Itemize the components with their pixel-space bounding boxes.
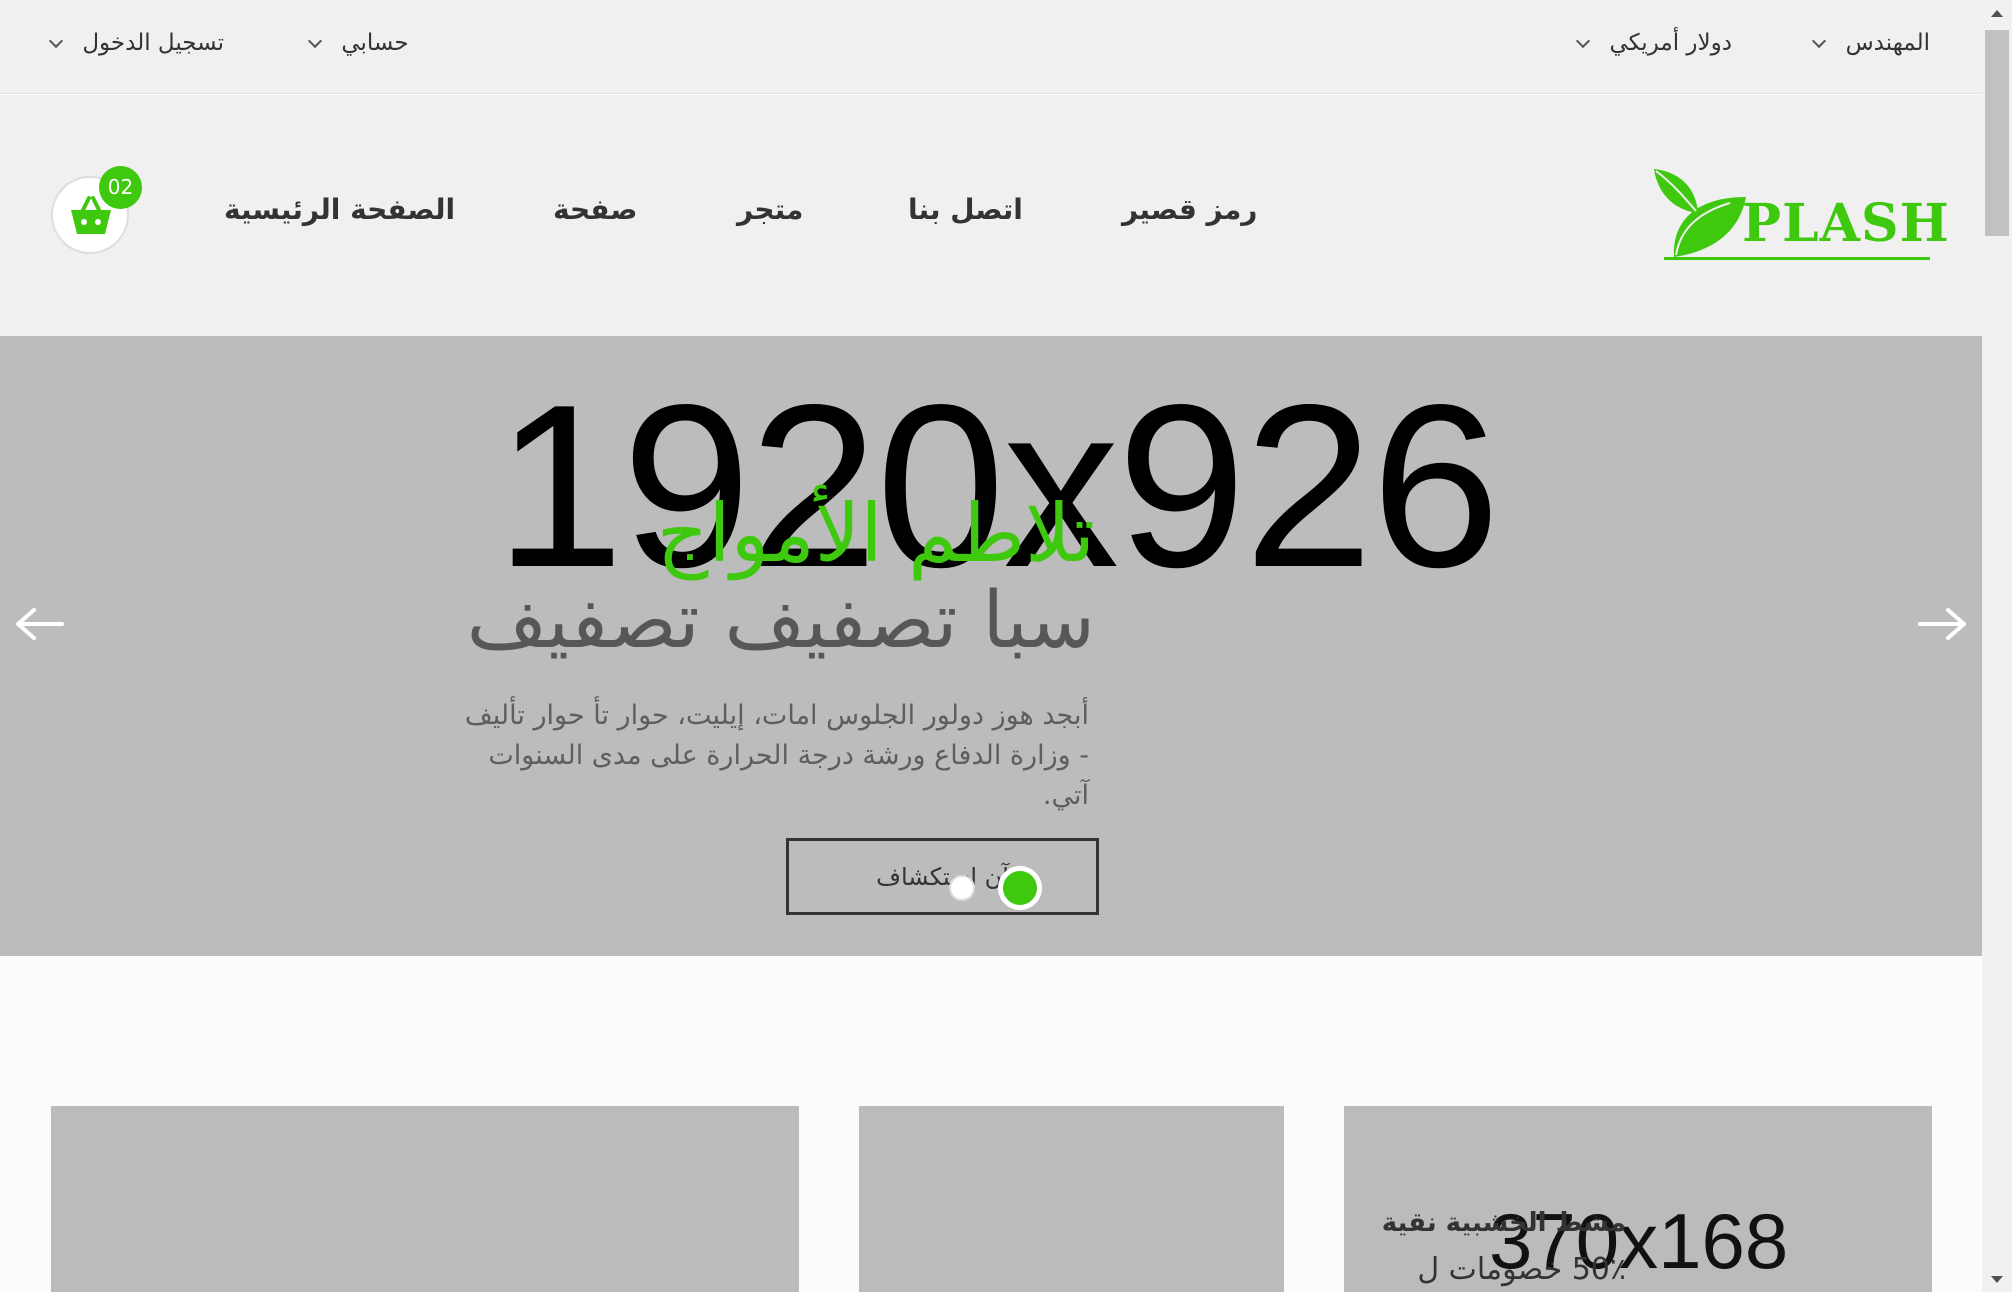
cart-count-badge: 02 <box>99 166 142 209</box>
hero-slider: 1920x926 تلاطم الأمواج سبا تصفيف تصفيف أ… <box>0 336 1982 956</box>
promo-banner[interactable] <box>51 1106 799 1292</box>
promo-banner[interactable] <box>859 1106 1284 1292</box>
scroll-down-icon[interactable] <box>1991 1276 2003 1283</box>
top-bar: المهندس دولار أمريكي حسابي تسجيل الدخول <box>0 0 1982 94</box>
promo-banner[interactable]: 370x168 مشط الخشبية نقية 50٪ خصومات ل <box>1344 1106 1932 1292</box>
scroll-up-icon[interactable] <box>1991 10 2003 17</box>
chevron-down-icon <box>1812 33 1827 49</box>
arrow-left-icon[interactable] <box>14 604 66 644</box>
login-label: تسجيل الدخول <box>82 30 225 56</box>
nav-item-page[interactable]: صفحة <box>553 193 637 226</box>
account-dropdown[interactable]: حسابي <box>307 30 409 56</box>
site-logo[interactable]: PLASH <box>1646 167 1949 260</box>
main-header: PLASH رمز قصير اتصل بنا متجر صفحة الصفحة… <box>0 95 1982 336</box>
hero-description: أبجد هوز دولور الجلوس امات، إيليت، حوار … <box>464 700 1089 811</box>
logo-underline <box>1664 257 1930 260</box>
slider-dot-active[interactable] <box>998 866 1042 910</box>
logo-text: PLASH <box>1742 193 1950 254</box>
nav-item-home[interactable]: الصفحة الرئيسية <box>224 193 455 226</box>
page: المهندس دولار أمريكي حسابي تسجيل الدخول <box>0 0 2012 1292</box>
scrollbar-thumb[interactable] <box>1985 30 2009 236</box>
chevron-down-icon <box>48 33 64 49</box>
currency-dropdown[interactable]: دولار أمريكي <box>1576 30 1732 56</box>
language-label: المهندس <box>1845 30 1930 56</box>
slider-dot[interactable] <box>949 875 975 901</box>
cart-button[interactable]: 02 <box>51 166 142 254</box>
arrow-right-icon[interactable] <box>1916 604 1968 644</box>
nav-item-contact[interactable]: اتصل بنا <box>908 193 1023 226</box>
leaf-icon <box>1654 169 1746 257</box>
banner-title: مشط الخشبية نقية <box>1381 1208 1626 1238</box>
banner-offer: 50٪ خصومات ل <box>1417 1252 1626 1287</box>
chevron-down-icon <box>1576 33 1591 49</box>
hero-title: سبا تصفيف تصفيف <box>466 576 1095 666</box>
explore-now-button[interactable]: آن استكشاف <box>786 838 1099 915</box>
language-dropdown[interactable]: المهندس <box>1812 30 1930 56</box>
chevron-down-icon <box>307 33 323 49</box>
currency-label: دولار أمريكي <box>1609 30 1732 56</box>
account-label: حسابي <box>341 30 409 56</box>
login-dropdown[interactable]: تسجيل الدخول <box>48 30 225 56</box>
nav-item-shop[interactable]: متجر <box>737 193 803 226</box>
page-content: المهندس دولار أمريكي حسابي تسجيل الدخول <box>0 0 1982 1292</box>
page-scrollbar[interactable] <box>1982 0 2012 1292</box>
hero-subtitle: تلاطم الأمواج <box>656 487 1095 580</box>
nav-item-shortcode[interactable]: رمز قصير <box>1122 193 1257 226</box>
